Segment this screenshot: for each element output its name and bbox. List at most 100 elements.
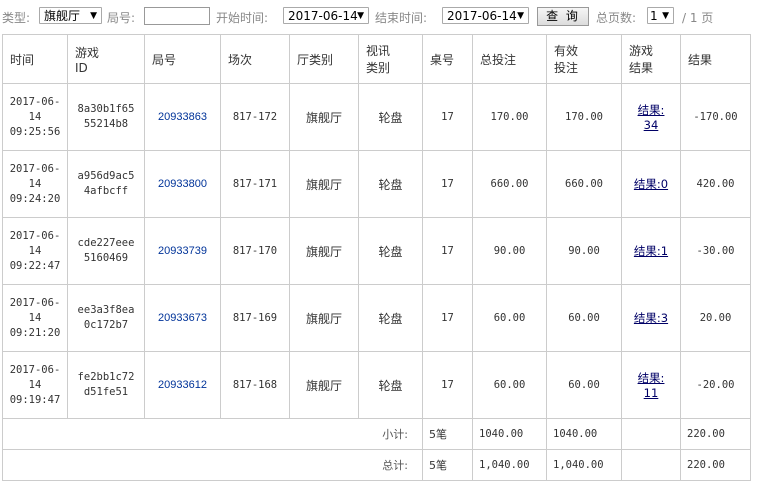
col-header-line1: 时间: [10, 52, 35, 67]
col-header-line1: 游戏: [629, 44, 654, 58]
col-header-result: 结果: [680, 34, 751, 84]
start-date-select[interactable]: 2017-06-14 ▼: [283, 7, 369, 24]
subtotal-row-count: 5笔: [422, 418, 473, 450]
cell-valid-bet-text: 170.00: [565, 111, 603, 123]
cell-session-text: 817-169: [232, 312, 278, 324]
cell-game-id-text: 8a30b1f65: [77, 103, 135, 115]
table-row: 2017-06- 14 09:22:47 cde227eee 5160469 209337…: [2, 217, 751, 285]
cell-game-id-text: a956d9ac5: [77, 170, 135, 182]
cell-total-bet-text: 660.00: [490, 178, 529, 190]
cell-round-no[interactable]: 20933863: [144, 83, 221, 151]
cell-round-no-text: 20933673: [158, 312, 207, 324]
cell-table-no-text: 17: [441, 178, 454, 190]
table-row: 2017-06- 14 09:24:20 a956d9ac5 4afbcff 209338…: [2, 150, 751, 218]
game-result-link[interactable]: 结果:3: [634, 310, 668, 326]
cell-time: 2017-06- 14 09:19:47: [2, 351, 68, 419]
cell-table-no-text: 17: [441, 245, 454, 257]
cell-round-no[interactable]: 20933612: [144, 351, 221, 419]
cell-game-result: 结果:3: [621, 284, 681, 352]
cell-round-no[interactable]: 20933739: [144, 217, 221, 285]
cell-round-no[interactable]: 20933673: [144, 284, 221, 352]
game-result-link[interactable]: 结果: 11: [638, 370, 665, 400]
cell-session-text: 817-168: [232, 379, 278, 391]
subtotal-row-result: 220.00: [680, 418, 751, 450]
cell-session: 817-172: [220, 83, 290, 151]
cell-total-bet-text: 60.00: [493, 312, 526, 324]
grandtotal-row-result: 220.00: [680, 449, 751, 481]
col-header-line1: 场次: [228, 52, 253, 67]
cell-result: -30.00: [680, 217, 751, 285]
cell-session: 817-170: [220, 217, 290, 285]
cell-time-text: 09:19:47: [9, 393, 61, 406]
grandtotal-row-count: 5笔: [422, 449, 473, 481]
grandtotal-row: 总计: 5笔 1,040.00 1,040.00 220.00: [2, 449, 751, 481]
subtotal-row-label: 小计:: [2, 418, 423, 450]
cell-table-no-text: 17: [441, 111, 454, 123]
cell-time: 2017-06- 14 09:21:20: [2, 284, 68, 352]
grandtotal-row-valid: 1,040.00: [546, 449, 622, 481]
cell-result-text: 420.00: [696, 178, 735, 190]
cell-time-text: 2017-06-: [9, 229, 61, 242]
bet-records-table: 时间 游戏 ID 局号 场次 厅类别 视讯 类别 桌号 总投注 有效 投注 游戏 结果 结果 2017-06…: [2, 34, 751, 481]
cell-video-type-text: 轮盘: [378, 244, 403, 259]
type-select-value: 旗舰厅: [44, 9, 81, 23]
cell-table-no: 17: [422, 351, 473, 419]
cell-game-id: fe2bb1c72 d51fe51: [67, 351, 145, 419]
cell-valid-bet-text: 60.00: [568, 379, 600, 391]
game-result-link[interactable]: 结果:0: [634, 176, 668, 192]
table-header-row: 时间 游戏 ID 局号 场次 厅类别 视讯 类别 桌号 总投注 有效 投注 游戏 结果 结果: [2, 34, 751, 84]
type-select[interactable]: 旗舰厅 ▼: [39, 7, 102, 24]
col-header-table-no: 桌号: [422, 34, 473, 84]
cell-game-id-text: 5160469: [83, 252, 129, 264]
cell-result: 420.00: [680, 150, 751, 218]
cell-game-result: 结果: 34: [621, 83, 681, 151]
cell-result-text: 20.00: [699, 312, 732, 324]
col-header-line2: 投注: [554, 61, 579, 75]
cell-hall-type-text: 旗舰厅: [305, 378, 342, 393]
game-result-link[interactable]: 结果: 34: [638, 102, 665, 132]
col-header-total-bet: 总投注: [472, 34, 547, 84]
end-date-select[interactable]: 2017-06-14 ▼: [442, 7, 529, 24]
round-input[interactable]: [144, 7, 210, 25]
cell-valid-bet: 170.00: [546, 83, 622, 151]
cell-result: 20.00: [680, 284, 751, 352]
cell-time: 2017-06- 14 09:24:20: [2, 150, 68, 218]
cell-valid-bet-text: 660.00: [565, 178, 603, 190]
cell-time: 2017-06- 14 09:22:47: [2, 217, 68, 285]
cell-video-type: 轮盘: [358, 217, 423, 285]
cell-session: 817-168: [220, 351, 290, 419]
cell-video-type: 轮盘: [358, 284, 423, 352]
page-select[interactable]: 1 ▼: [647, 7, 674, 24]
table-row: 2017-06- 14 09:19:47 fe2bb1c72 d51fe51 209336…: [2, 351, 751, 419]
game-result-link[interactable]: 结果:1: [634, 243, 668, 259]
page-total-label: / 1 页: [682, 11, 714, 25]
cell-total-bet: 660.00: [472, 150, 547, 218]
cell-video-type-text: 轮盘: [378, 378, 403, 393]
cell-round-no[interactable]: 20933800: [144, 150, 221, 218]
cell-result: -170.00: [680, 83, 751, 151]
cell-valid-bet: 660.00: [546, 150, 622, 218]
cell-time-text: 2017-06-: [9, 296, 61, 309]
table-row: 2017-06- 14 09:25:56 8a30b1f65 55214b8 209338…: [2, 83, 751, 151]
cell-total-bet-text: 90.00: [493, 245, 526, 257]
chevron-down-icon: ▼: [517, 11, 524, 21]
col-header-line1: 结果: [688, 52, 713, 67]
cell-time-text: 14: [28, 244, 42, 257]
cell-game-result: 结果:1: [621, 217, 681, 285]
col-header-line1: 总投注: [480, 52, 517, 67]
cell-hall-type: 旗舰厅: [289, 351, 359, 419]
game-result-line1: 结果:: [637, 371, 665, 385]
query-button[interactable]: 查 询: [537, 7, 589, 26]
cell-result-text: -170.00: [693, 111, 738, 123]
chevron-down-icon: ▼: [357, 11, 364, 21]
chevron-down-icon: ▼: [662, 11, 669, 21]
col-header-line1: 视讯: [366, 44, 391, 58]
cell-game-id: 8a30b1f65 55214b8: [67, 83, 145, 151]
cell-time-text: 2017-06-: [9, 162, 61, 175]
cell-valid-bet-text: 60.00: [568, 312, 600, 324]
cell-round-no-text: 20933863: [158, 111, 207, 123]
cell-game-id: cde227eee 5160469: [67, 217, 145, 285]
col-header-time: 时间: [2, 34, 68, 84]
col-header-line1: 有效: [554, 44, 579, 58]
col-header-video-type: 视讯 类别: [358, 34, 423, 84]
